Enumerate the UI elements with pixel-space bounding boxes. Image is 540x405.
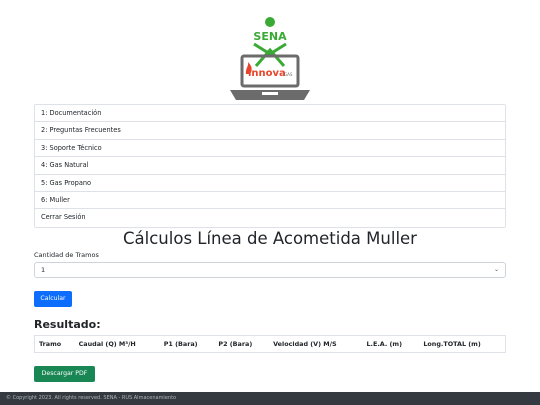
sena-innova-logo: SENA innova GAS [226,14,314,102]
tramos-select-value: 1 [41,266,46,274]
tramos-select[interactable]: 1 ⌄ [34,262,506,278]
logo-brand-text: SENA [253,30,287,43]
footer-text: © Copyright 2023. All rights reserved. S… [6,395,177,401]
table-header-row: Tramo Caudal (Q) M³/H P1 (Bara) P2 (Bara… [35,336,506,353]
menu-item-soporte-tecnico[interactable]: 3: Soporte Técnico [35,139,505,158]
menu-item-documentacion[interactable]: 1: Documentación [35,105,505,123]
col-p2: P2 (Bara) [218,340,253,348]
col-tramo: Tramo [39,340,62,348]
descargar-pdf-button[interactable]: Descargar PDF [34,366,95,382]
tramos-label: Cantidad de Tramos [34,251,99,259]
menu-item-preguntas-frecuentes[interactable]: 2: Preguntas Frecuentes [35,122,505,140]
col-lea: L.E.A. (m) [366,340,402,348]
page-title: Cálculos Línea de Acometida Muller [123,229,417,248]
result-title: Resultado: [34,318,101,331]
menu-item-cerrar-sesion[interactable]: Cerrar Sesión [35,209,505,227]
col-p1: P1 (Bara) [163,340,198,348]
chevron-down-icon: ⌄ [493,266,499,273]
menu-item-gas-propano[interactable]: 5: Gas Propano [35,174,505,192]
main-menu: 1: Documentación 2: Preguntas Frecuentes… [34,104,506,228]
logo-product-text: innova [248,68,286,79]
result-table: Tramo Caudal (Q) M³/H P1 (Bara) P2 (Bara… [34,335,506,353]
col-caudal: Caudal (Q) M³/H [78,340,136,348]
calcular-button[interactable]: Calcular [34,291,72,307]
menu-item-gas-natural[interactable]: 4: Gas Natural [35,157,505,175]
footer: © Copyright 2023. All rights reserved. S… [0,392,540,405]
logo-graphic: SENA innova GAS [230,17,310,100]
logo-product-suffix: GAS [284,72,293,77]
col-long-total: Long.TOTAL (m) [423,340,481,348]
col-velocidad: Velocidad (V) M/S [273,340,337,348]
menu-item-muller[interactable]: 6: Muller [35,191,505,210]
